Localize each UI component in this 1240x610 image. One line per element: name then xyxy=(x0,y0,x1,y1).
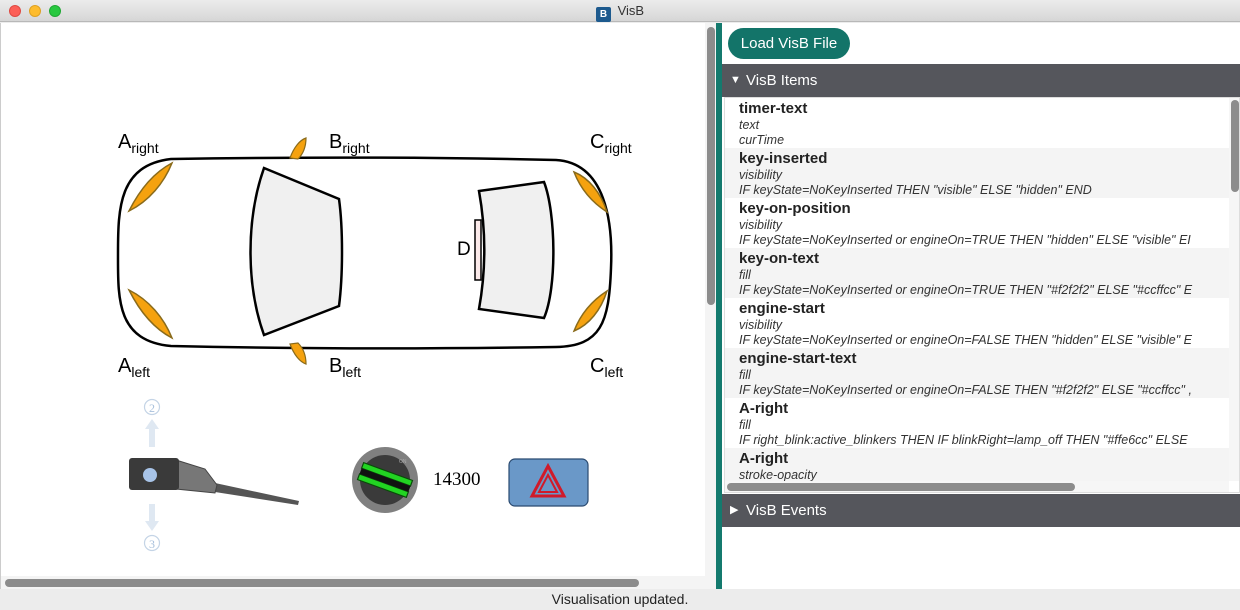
visb-item-expression: IF keyState=NoKeyInserted or engineOn=FA… xyxy=(739,333,1192,347)
visb-item-id: A-right xyxy=(739,400,789,417)
items-vscroll-thumb[interactable] xyxy=(1231,100,1239,192)
visb-items-rows: timer-text text curTime key-inserted visibil… xyxy=(725,98,1229,492)
visb-item-expression: IF keyState=NoKeyInserted or engineOn=FA… xyxy=(739,383,1192,397)
visb-item-attribute: fill xyxy=(739,418,751,432)
status-message: Visualisation updated. xyxy=(551,591,689,607)
lever-stalk xyxy=(215,483,299,505)
visb-app-icon: B xyxy=(595,7,611,22)
lever-down-arrow-icon[interactable] xyxy=(145,504,159,531)
visb-item-attribute: visibility xyxy=(739,218,783,232)
brake-light-d xyxy=(474,219,482,281)
title-bar: B VisB xyxy=(0,0,1240,22)
visb-item-row[interactable]: key-on-position visibility IF keyState=NoK… xyxy=(725,198,1229,248)
visb-item-expression: IF keyState=NoKeyInserted or engineOn=TR… xyxy=(739,233,1191,247)
visualisation-vscroll-thumb[interactable] xyxy=(707,27,715,305)
ignition-marking: ON xyxy=(399,459,407,465)
visb-item-id: key-on-text xyxy=(739,250,820,267)
lever-button-icon xyxy=(143,468,157,482)
timer-text: 14300 xyxy=(433,469,481,490)
label-d: D xyxy=(457,239,471,260)
visb-item-expression: IF keyState=NoKeyInserted THEN "visible"… xyxy=(739,183,1092,197)
visb-items-list[interactable]: timer-text text curTime key-inserted visibil… xyxy=(724,97,1240,493)
visb-item-attribute: fill xyxy=(739,368,751,382)
ignition-key[interactable]: ON xyxy=(352,447,418,513)
visb-events-header[interactable]: ▶ VisB Events xyxy=(722,494,1240,527)
blinker-b-right xyxy=(289,137,307,160)
visb-window: B VisB Aright Bright Cright Aleft Bleft … xyxy=(0,0,1240,608)
visb-item-row[interactable]: key-inserted visibility IF keyState=NoKeyI… xyxy=(725,148,1229,198)
visb-item-attribute: visibility xyxy=(739,168,783,182)
car xyxy=(116,137,613,365)
window-title-wrap: B VisB xyxy=(0,3,1240,22)
visb-item-id: timer-text xyxy=(739,100,808,117)
items-vertical-scrollbar[interactable] xyxy=(1229,98,1239,481)
items-hscroll-thumb[interactable] xyxy=(727,483,1075,491)
visb-item-id: key-on-position xyxy=(739,200,851,217)
visb-item-row[interactable]: timer-text text curTime xyxy=(725,98,1229,148)
visb-items-header-label: VisB Items xyxy=(746,72,818,89)
visb-item-id: A-right xyxy=(739,450,789,467)
label-a-right: Aright xyxy=(118,131,159,156)
visualisation-pane: Aright Bright Cright Aleft Bleft Cleft D… xyxy=(0,23,717,589)
label-b-left: Bleft xyxy=(329,355,361,380)
rear-window xyxy=(477,180,555,320)
status-bar: Visualisation updated. xyxy=(0,589,1240,608)
lever-up-arrow-icon[interactable] xyxy=(145,419,159,447)
visualisation-canvas: Aright Bright Cright Aleft Bleft Cleft D… xyxy=(116,131,632,552)
visb-item-attribute: fill xyxy=(739,268,751,282)
visb-item-attribute: visibility xyxy=(739,318,783,332)
visb-side-panel: Load VisB File ▼ VisB Items timer-text te… xyxy=(722,23,1240,589)
label-a-left: Aleft xyxy=(118,355,150,380)
visb-item-row[interactable]: A-right fill IF right_blink:active_blinker… xyxy=(725,398,1229,448)
hazard-warning-button[interactable] xyxy=(508,458,589,507)
pitman-arm-lever[interactable]: 2 3 xyxy=(129,398,299,552)
visb-items-header[interactable]: ▼ VisB Items xyxy=(722,64,1240,97)
visb-item-expression: IF keyState=NoKeyInserted or engineOn=TR… xyxy=(739,283,1193,297)
expanded-triangle-icon: ▼ xyxy=(730,74,741,86)
visualisation-hscroll-thumb[interactable] xyxy=(5,579,639,587)
items-horizontal-scrollbar[interactable] xyxy=(725,481,1229,492)
lever-position-3-label: 3 xyxy=(149,537,155,551)
visb-item-id: engine-start-text xyxy=(739,350,857,367)
label-b-right: Bright xyxy=(329,131,370,156)
visualisation-horizontal-scrollbar[interactable] xyxy=(1,576,705,589)
lever-body xyxy=(175,459,218,494)
visb-item-row[interactable]: engine-start-text fill IF keyState=NoKeyIn… xyxy=(725,348,1229,398)
label-c-left: Cleft xyxy=(590,355,623,380)
window-title: VisB xyxy=(617,3,645,18)
visb-events-header-label: VisB Events xyxy=(746,502,827,519)
visb-item-row[interactable]: engine-start visibility IF keyState=NoKeyI… xyxy=(725,298,1229,348)
visb-item-expression: curTime xyxy=(739,133,785,147)
visb-item-row[interactable]: key-on-text fill IF keyState=NoKeyInserted… xyxy=(725,248,1229,298)
visb-item-id: engine-start xyxy=(739,300,825,317)
label-c-right: Cright xyxy=(590,131,632,156)
visb-item-id: key-inserted xyxy=(739,150,828,167)
load-visb-file-button[interactable]: Load VisB File xyxy=(728,28,850,59)
visb-item-attribute: text xyxy=(739,118,760,132)
visb-item-expression: IF right_blink:active_blinkers THEN IF b… xyxy=(739,433,1188,447)
collapsed-triangle-icon: ▶ xyxy=(730,504,739,516)
lever-position-2-label: 2 xyxy=(149,401,155,415)
